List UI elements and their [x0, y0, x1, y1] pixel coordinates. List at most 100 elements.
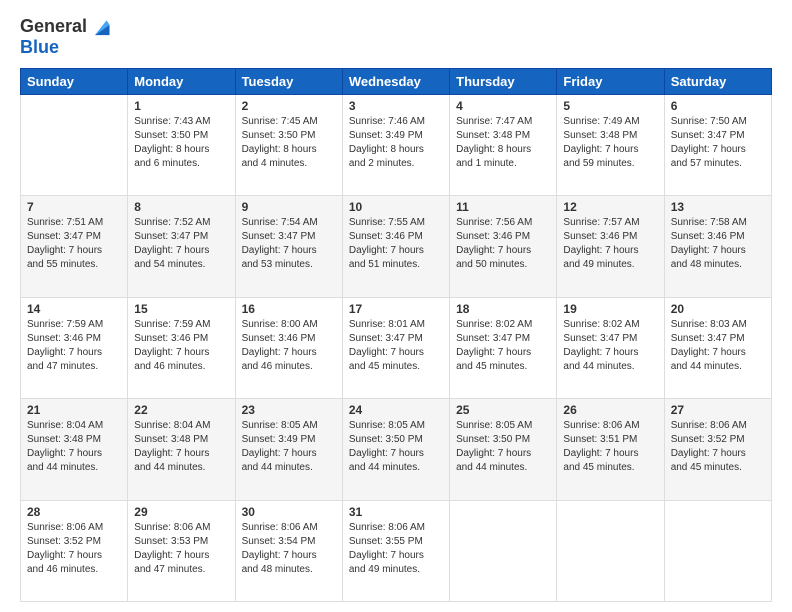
daylight-text: Daylight: 7 hours and 45 minutes.	[563, 447, 657, 475]
day-info: Sunrise: 7:49 AM Sunset: 3:48 PM Dayligh…	[563, 115, 657, 171]
day-number: 29	[134, 505, 228, 519]
header-friday: Friday	[557, 69, 664, 95]
day-number: 17	[349, 302, 443, 316]
day-info: Sunrise: 8:06 AM Sunset: 3:52 PM Dayligh…	[671, 419, 765, 475]
day-number: 21	[27, 403, 121, 417]
cell-w2-d7: 13 Sunrise: 7:58 AM Sunset: 3:46 PM Dayl…	[664, 196, 771, 297]
sunrise-text: Sunrise: 8:01 AM	[349, 318, 443, 332]
cell-w3-d1: 14 Sunrise: 7:59 AM Sunset: 3:46 PM Dayl…	[21, 297, 128, 398]
sunset-text: Sunset: 3:46 PM	[671, 230, 765, 244]
sunset-text: Sunset: 3:46 PM	[456, 230, 550, 244]
day-info: Sunrise: 8:01 AM Sunset: 3:47 PM Dayligh…	[349, 318, 443, 374]
sunrise-text: Sunrise: 7:59 AM	[134, 318, 228, 332]
sunrise-text: Sunrise: 8:02 AM	[563, 318, 657, 332]
sunrise-text: Sunrise: 8:06 AM	[349, 521, 443, 535]
day-info: Sunrise: 8:02 AM Sunset: 3:47 PM Dayligh…	[456, 318, 550, 374]
day-number: 19	[563, 302, 657, 316]
sunset-text: Sunset: 3:49 PM	[349, 129, 443, 143]
daylight-text: Daylight: 8 hours and 1 minute.	[456, 143, 550, 171]
daylight-text: Daylight: 7 hours and 48 minutes.	[671, 244, 765, 272]
daylight-text: Daylight: 7 hours and 49 minutes.	[349, 549, 443, 577]
day-number: 16	[242, 302, 336, 316]
logo-bird-icon	[89, 17, 111, 37]
day-number: 5	[563, 99, 657, 113]
sunset-text: Sunset: 3:55 PM	[349, 535, 443, 549]
day-info: Sunrise: 8:05 AM Sunset: 3:49 PM Dayligh…	[242, 419, 336, 475]
cell-w5-d4: 31 Sunrise: 8:06 AM Sunset: 3:55 PM Dayl…	[342, 500, 449, 601]
daylight-text: Daylight: 8 hours and 6 minutes.	[134, 143, 228, 171]
daylight-text: Daylight: 7 hours and 47 minutes.	[27, 346, 121, 374]
daylight-text: Daylight: 7 hours and 46 minutes.	[134, 346, 228, 374]
day-info: Sunrise: 8:00 AM Sunset: 3:46 PM Dayligh…	[242, 318, 336, 374]
cell-w2-d3: 9 Sunrise: 7:54 AM Sunset: 3:47 PM Dayli…	[235, 196, 342, 297]
sunrise-text: Sunrise: 8:05 AM	[242, 419, 336, 433]
header-saturday: Saturday	[664, 69, 771, 95]
day-info: Sunrise: 7:56 AM Sunset: 3:46 PM Dayligh…	[456, 216, 550, 272]
day-number: 9	[242, 200, 336, 214]
day-info: Sunrise: 8:03 AM Sunset: 3:47 PM Dayligh…	[671, 318, 765, 374]
cell-w4-d7: 27 Sunrise: 8:06 AM Sunset: 3:52 PM Dayl…	[664, 399, 771, 500]
day-number: 20	[671, 302, 765, 316]
logo-blue: Blue	[20, 37, 59, 57]
day-number: 23	[242, 403, 336, 417]
sunset-text: Sunset: 3:50 PM	[242, 129, 336, 143]
day-info: Sunrise: 7:47 AM Sunset: 3:48 PM Dayligh…	[456, 115, 550, 171]
sunrise-text: Sunrise: 7:47 AM	[456, 115, 550, 129]
daylight-text: Daylight: 7 hours and 47 minutes.	[134, 549, 228, 577]
sunrise-text: Sunrise: 7:54 AM	[242, 216, 336, 230]
day-info: Sunrise: 7:52 AM Sunset: 3:47 PM Dayligh…	[134, 216, 228, 272]
logo: General Blue	[20, 16, 111, 58]
day-number: 18	[456, 302, 550, 316]
day-number: 27	[671, 403, 765, 417]
daylight-text: Daylight: 7 hours and 46 minutes.	[27, 549, 121, 577]
day-number: 10	[349, 200, 443, 214]
calendar-header: SundayMondayTuesdayWednesdayThursdayFrid…	[21, 69, 772, 95]
daylight-text: Daylight: 8 hours and 4 minutes.	[242, 143, 336, 171]
sunrise-text: Sunrise: 8:04 AM	[134, 419, 228, 433]
cell-w2-d5: 11 Sunrise: 7:56 AM Sunset: 3:46 PM Dayl…	[450, 196, 557, 297]
day-number: 25	[456, 403, 550, 417]
daylight-text: Daylight: 7 hours and 44 minutes.	[242, 447, 336, 475]
daylight-text: Daylight: 7 hours and 45 minutes.	[456, 346, 550, 374]
sunset-text: Sunset: 3:52 PM	[671, 433, 765, 447]
cell-w2-d1: 7 Sunrise: 7:51 AM Sunset: 3:47 PM Dayli…	[21, 196, 128, 297]
day-info: Sunrise: 8:06 AM Sunset: 3:53 PM Dayligh…	[134, 521, 228, 577]
daylight-text: Daylight: 7 hours and 44 minutes.	[671, 346, 765, 374]
sunset-text: Sunset: 3:48 PM	[27, 433, 121, 447]
week-row-2: 7 Sunrise: 7:51 AM Sunset: 3:47 PM Dayli…	[21, 196, 772, 297]
cell-w1-d6: 5 Sunrise: 7:49 AM Sunset: 3:48 PM Dayli…	[557, 95, 664, 196]
logo-general: General	[20, 16, 87, 37]
day-info: Sunrise: 8:05 AM Sunset: 3:50 PM Dayligh…	[349, 419, 443, 475]
day-info: Sunrise: 7:45 AM Sunset: 3:50 PM Dayligh…	[242, 115, 336, 171]
day-info: Sunrise: 7:54 AM Sunset: 3:47 PM Dayligh…	[242, 216, 336, 272]
page: General Blue SundayMondayTuesdayWednesda…	[0, 0, 792, 612]
day-info: Sunrise: 7:59 AM Sunset: 3:46 PM Dayligh…	[134, 318, 228, 374]
sunset-text: Sunset: 3:47 PM	[671, 332, 765, 346]
header-tuesday: Tuesday	[235, 69, 342, 95]
daylight-text: Daylight: 7 hours and 45 minutes.	[671, 447, 765, 475]
calendar: SundayMondayTuesdayWednesdayThursdayFrid…	[20, 68, 772, 602]
sunrise-text: Sunrise: 7:43 AM	[134, 115, 228, 129]
daylight-text: Daylight: 7 hours and 44 minutes.	[134, 447, 228, 475]
sunset-text: Sunset: 3:46 PM	[563, 230, 657, 244]
cell-w4-d6: 26 Sunrise: 8:06 AM Sunset: 3:51 PM Dayl…	[557, 399, 664, 500]
week-row-1: 1 Sunrise: 7:43 AM Sunset: 3:50 PM Dayli…	[21, 95, 772, 196]
daylight-text: Daylight: 7 hours and 44 minutes.	[563, 346, 657, 374]
day-info: Sunrise: 7:51 AM Sunset: 3:47 PM Dayligh…	[27, 216, 121, 272]
sunrise-text: Sunrise: 7:49 AM	[563, 115, 657, 129]
day-info: Sunrise: 8:02 AM Sunset: 3:47 PM Dayligh…	[563, 318, 657, 374]
sunrise-text: Sunrise: 7:55 AM	[349, 216, 443, 230]
daylight-text: Daylight: 7 hours and 55 minutes.	[27, 244, 121, 272]
sunset-text: Sunset: 3:47 PM	[563, 332, 657, 346]
sunrise-text: Sunrise: 7:50 AM	[671, 115, 765, 129]
sunrise-text: Sunrise: 7:52 AM	[134, 216, 228, 230]
sunset-text: Sunset: 3:46 PM	[134, 332, 228, 346]
sunset-text: Sunset: 3:48 PM	[134, 433, 228, 447]
day-number: 8	[134, 200, 228, 214]
daylight-text: Daylight: 7 hours and 44 minutes.	[27, 447, 121, 475]
day-info: Sunrise: 7:46 AM Sunset: 3:49 PM Dayligh…	[349, 115, 443, 171]
sunset-text: Sunset: 3:47 PM	[242, 230, 336, 244]
day-info: Sunrise: 8:04 AM Sunset: 3:48 PM Dayligh…	[134, 419, 228, 475]
day-number: 22	[134, 403, 228, 417]
sunset-text: Sunset: 3:48 PM	[456, 129, 550, 143]
